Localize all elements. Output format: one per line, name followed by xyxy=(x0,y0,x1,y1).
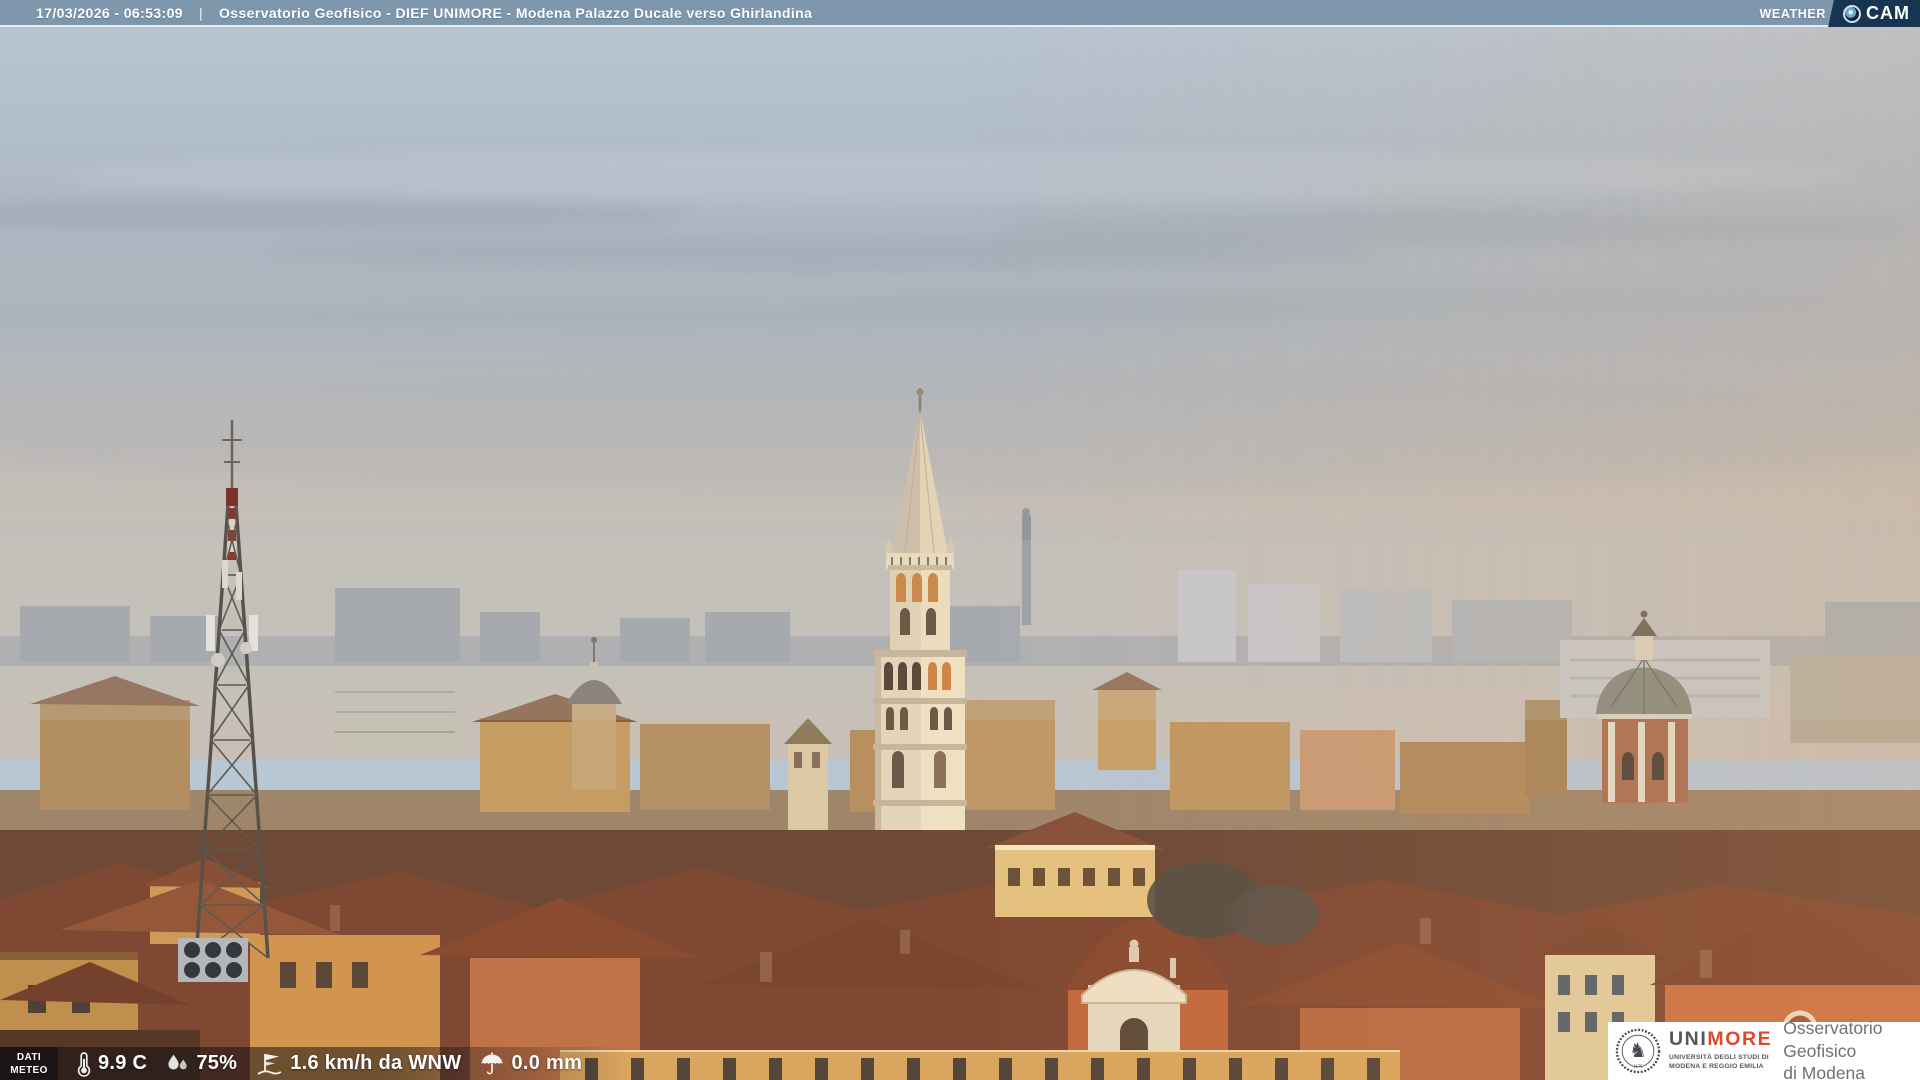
camera-lens-icon xyxy=(1843,4,1861,23)
observatory-name-line2: di Modena xyxy=(1783,1063,1866,1080)
webcam-frame: 17/03/2026 - 06:53:09 | Osservatorio Geo… xyxy=(0,0,1920,1080)
rain-icon xyxy=(481,1052,503,1075)
observatory-name-line1: Osservatorio Geofisico xyxy=(1783,1017,1883,1061)
unimore-branding: ♞ 1175 UNIMORE UNIVERSITÀ DEGLI STUDI DI… xyxy=(1608,1018,1920,1080)
unimore-acronym: UNIMORE xyxy=(1669,1028,1773,1051)
university-name-line2: MODENA E REGGIO EMILIA xyxy=(1669,1063,1764,1071)
unimore-acronym-uni: UNI xyxy=(1669,1028,1708,1051)
weather-data-bar: DATI METEO 9.9 C 75% 1.6 km/h da WNW 0.0… xyxy=(0,1047,650,1080)
university-name-line1: UNIVERSITÀ DEGLI STUDI DI xyxy=(1669,1053,1769,1061)
wind-icon xyxy=(257,1053,282,1075)
camera-title: Osservatorio Geofisico - DIEF UNIMORE - … xyxy=(219,4,813,21)
seal-year: 1175 xyxy=(1633,1063,1643,1068)
weather-data-label-line2: METEO xyxy=(10,1064,48,1076)
temperature-reading: 9.9 C xyxy=(77,1051,147,1077)
thermometer-icon xyxy=(77,1051,91,1077)
separator: | xyxy=(198,4,203,21)
humidity-icon xyxy=(168,1054,188,1070)
sunrise-glow xyxy=(0,0,1920,1080)
weathercam-logo: WEATHER CAM xyxy=(1760,0,1920,27)
observatory-name: Osservatorio Geofisico di Modena xyxy=(1783,1017,1920,1080)
seal-knight-glyph: ♞ xyxy=(1629,1040,1647,1062)
rain-reading: 0.0 mm xyxy=(480,1052,582,1075)
unimore-seal-icon: ♞ 1175 xyxy=(1615,1028,1661,1074)
weather-data-label-line1: DATI xyxy=(16,1051,42,1063)
top-bar: 17/03/2026 - 06:53:09 | Osservatorio Geo… xyxy=(0,0,1920,27)
humidity-reading: 75% xyxy=(166,1052,237,1075)
weather-data-label: DATI METEO xyxy=(0,1047,58,1080)
temperature-value: 9.9 C xyxy=(98,1052,148,1074)
timestamp: 17/03/2026 - 06:53:09 xyxy=(36,4,183,21)
humidity-value: 75% xyxy=(196,1052,238,1074)
weathercam-logo-cam: CAM xyxy=(1866,3,1910,23)
unimore-acronym-more: MORE xyxy=(1707,1028,1773,1051)
university-name: UNIVERSITÀ DEGLI STUDI DI MODENA E REGGI… xyxy=(1669,1053,1772,1072)
weathercam-logo-cam-box: CAM xyxy=(1838,0,1920,27)
city-panorama xyxy=(0,0,1920,1080)
weathercam-logo-weather: WEATHER xyxy=(1759,6,1826,21)
wind-value: 1.6 km/h da WNW xyxy=(290,1052,462,1074)
unimore-wordmark: UNIMORE UNIVERSITÀ DEGLI STUDI DI MODENA… xyxy=(1669,1028,1773,1072)
wind-reading: 1.6 km/h da WNW xyxy=(256,1052,461,1076)
rain-value: 0.0 mm xyxy=(511,1052,583,1074)
